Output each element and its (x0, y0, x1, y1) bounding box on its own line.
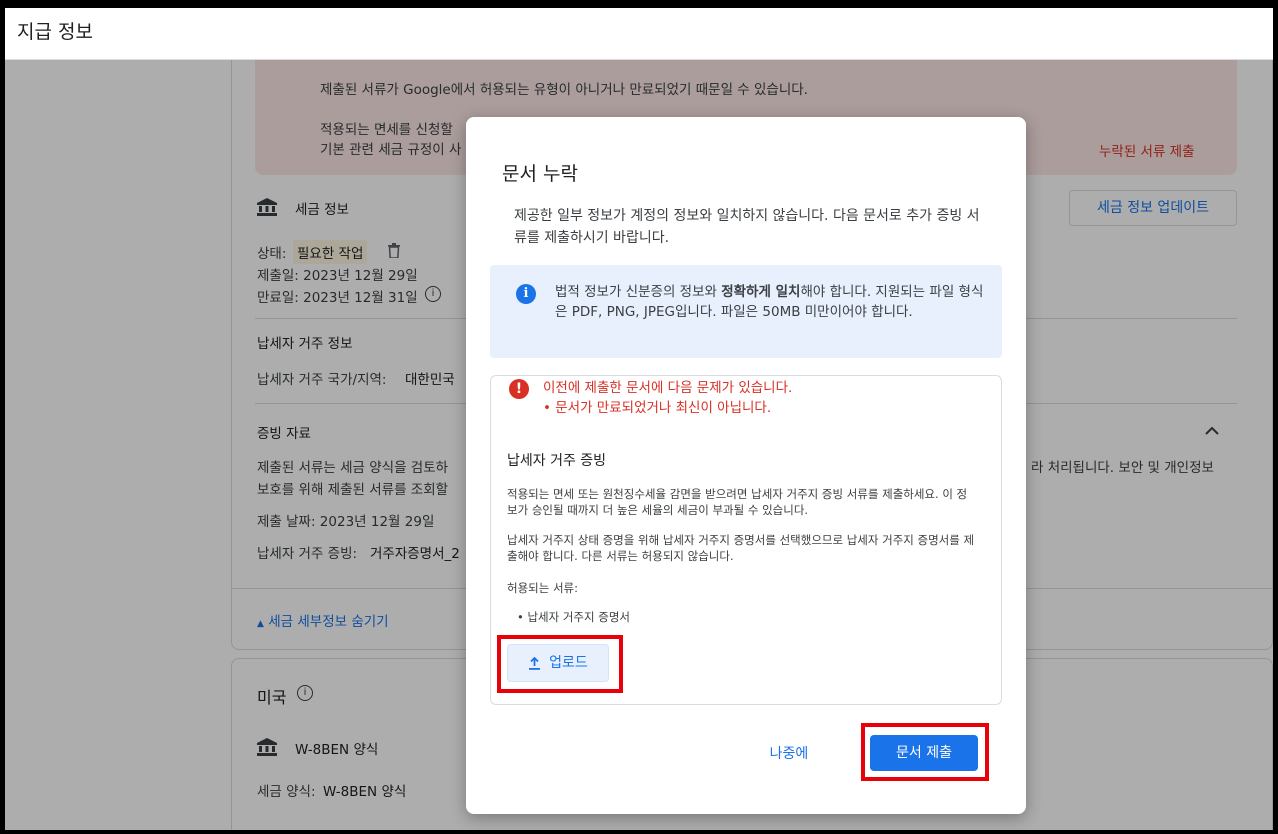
highlight-submit (861, 723, 989, 781)
allowed-doc-item-label: 납세자 거주지 증명서 (527, 610, 630, 624)
top-bar: 지급 정보 (5, 8, 1273, 60)
page-title: 지급 정보 (17, 21, 93, 43)
info-banner: i 법적 정보가 신분증의 정보와 정확하게 일치해야 합니다. 지원되는 파일… (490, 265, 1002, 358)
allowed-docs-label: 허용되는 서류: (507, 581, 579, 595)
info-text-part: 법적 정보가 신분증의 정보와 (555, 284, 722, 300)
info-text-bold: 정확하게 일치 (721, 284, 801, 300)
missing-document-dialog: 문서 누락 제공한 일부 정보가 계정의 정보와 일치하지 않습니다. 다음 문… (466, 117, 1026, 814)
later-button[interactable]: 나중에 (758, 739, 820, 769)
section-title: 납세자 거주 증빙 (507, 453, 607, 469)
dialog-title: 문서 누락 (502, 163, 578, 185)
highlight-upload (497, 635, 623, 693)
error-line: • 문서가 만료되었거나 최신이 아닙니다. (543, 400, 772, 416)
app-frame: 지급 정보 제출된 서류가 Google에서 허용되는 유형이 아니거나 만료되… (5, 8, 1273, 830)
dialog-description: 제공한 일부 정보가 계정의 정보와 일치하지 않습니다. 다음 문서로 추가 … (514, 208, 980, 246)
section-paragraph-2: 납세자 거주지 상태 증명을 위해 납세자 거주지 증명서를 선택했으므로 납세… (507, 533, 975, 563)
error-line: 이전에 제출한 문서에 다음 문제가 있습니다. (543, 380, 793, 396)
info-banner-text: 법적 정보가 신분증의 정보와 정확하게 일치해야 합니다. 지원되는 파일 형… (555, 282, 985, 322)
allowed-doc-item: • 납세자 거주지 증명서 (517, 610, 630, 624)
error-icon: ! (509, 379, 529, 399)
residency-proof-card: ! 이전에 제출한 문서에 다음 문제가 있습니다. • 문서가 만료되었거나 … (490, 375, 1002, 705)
info-icon: i (516, 284, 536, 304)
section-paragraph-1: 적용되는 면세 또는 원천징수세율 감면을 받으려면 납세자 거주지 증빙 서류… (507, 487, 968, 517)
error-message: 이전에 제출한 문서에 다음 문제가 있습니다. • 문서가 만료되었거나 최신… (543, 378, 792, 418)
